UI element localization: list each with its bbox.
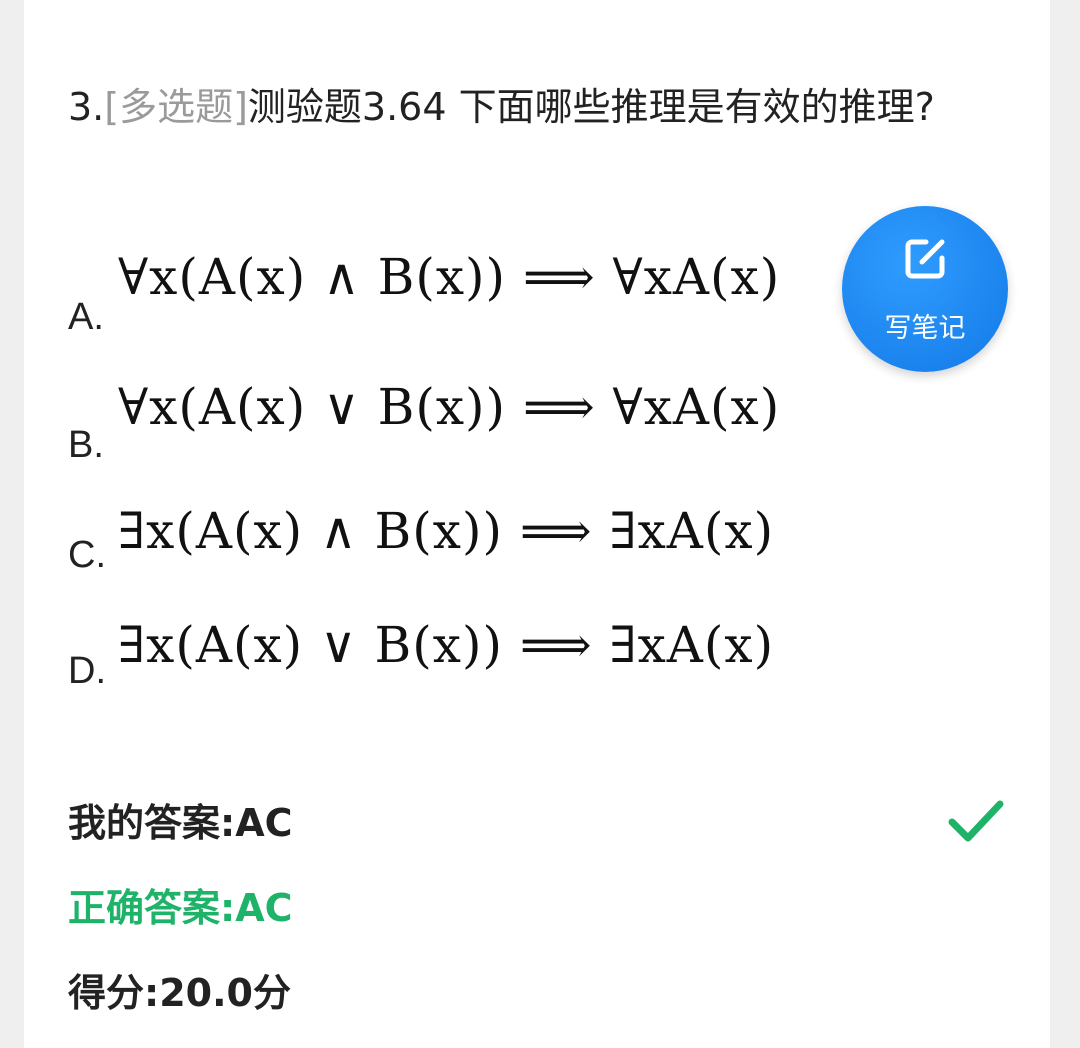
- checkmark-icon: [946, 796, 1006, 846]
- option-formula: ∃x(A(x) ∧ B(x)) ⟹ ∃xA(x): [118, 502, 775, 560]
- write-note-label: 写笔记: [884, 313, 966, 344]
- option-a[interactable]: A. ∀x(A(x) ∧ B(x)) ⟹ ∀xA(x): [68, 248, 888, 338]
- option-letter: B.: [68, 424, 104, 466]
- option-formula: ∀x(A(x) ∨ B(x)) ⟹ ∀xA(x): [118, 378, 781, 436]
- option-b[interactable]: B. ∀x(A(x) ∨ B(x)) ⟹ ∀xA(x): [68, 378, 888, 468]
- option-d[interactable]: D. ∃x(A(x) ∨ B(x)) ⟹ ∃xA(x): [68, 616, 888, 706]
- question-type-tag: [多选题]: [104, 85, 248, 129]
- correct-answer: 正确答案:AC: [68, 886, 293, 930]
- question-text: 3.[多选题]测验题3.64 下面哪些推理是有效的推理?: [68, 70, 998, 144]
- question-card: 3.[多选题]测验题3.64 下面哪些推理是有效的推理? A. ∀x(A(x) …: [24, 0, 1050, 1048]
- option-letter: C.: [68, 534, 106, 576]
- edit-note-icon: [900, 234, 950, 284]
- question-number: 3.: [68, 85, 105, 129]
- option-formula: ∀x(A(x) ∧ B(x)) ⟹ ∀xA(x): [118, 248, 781, 306]
- option-c[interactable]: C. ∃x(A(x) ∧ B(x)) ⟹ ∃xA(x): [68, 502, 888, 592]
- my-answer: 我的答案:AC: [68, 801, 293, 845]
- score: 得分:20.0分: [68, 971, 291, 1015]
- option-letter: A.: [68, 296, 104, 338]
- option-formula: ∃x(A(x) ∨ B(x)) ⟹ ∃xA(x): [118, 616, 775, 674]
- question-body: 测验题3.64 下面哪些推理是有效的推理?: [247, 85, 935, 129]
- option-letter: D.: [68, 650, 106, 692]
- write-note-button[interactable]: 写笔记: [842, 206, 1008, 372]
